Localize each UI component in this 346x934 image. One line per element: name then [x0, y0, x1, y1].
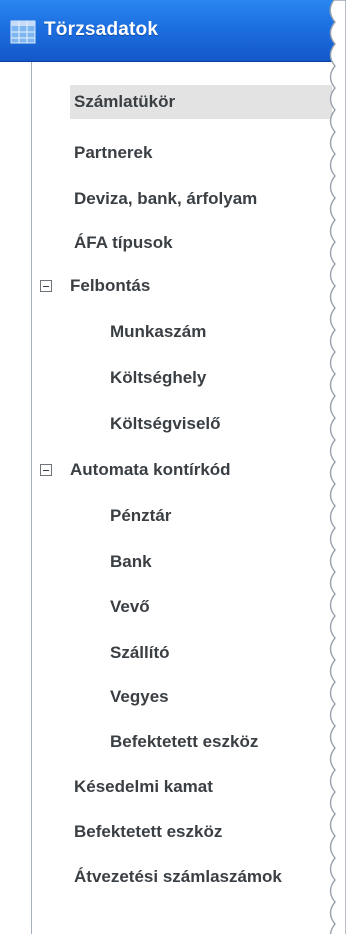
tree-item-label: Deviza, bank, árfolyam: [74, 189, 258, 208]
tree-item-szamlatukor[interactable]: Számlatükör: [70, 85, 332, 119]
tree-item-label: Vegyes: [110, 687, 169, 706]
tree-item-deviza-bank-arfolyam[interactable]: Deviza, bank, árfolyam: [70, 182, 332, 216]
tree-item-koltsegviselo[interactable]: Költségviselő: [106, 407, 332, 441]
tree-item-szallito[interactable]: Szállító: [106, 636, 332, 670]
tree-item-vevo[interactable]: Vevő: [106, 590, 332, 624]
tree-item-automata-kontirkod[interactable]: Automata kontírkód: [66, 453, 332, 487]
tree-item-partnerek[interactable]: Partnerek: [70, 136, 332, 170]
tree-item-penztar[interactable]: Pénztár: [106, 499, 332, 533]
tree-item-label: Partnerek: [74, 143, 153, 162]
tree-item-label: Költséghely: [110, 368, 207, 387]
tree-item-label: Pénztár: [110, 506, 172, 525]
tree-item-label: Átvezetési számlaszámok: [74, 867, 282, 886]
tree-item-munkaszam[interactable]: Munkaszám: [106, 315, 332, 349]
tree-item-bank[interactable]: Bank: [106, 545, 332, 579]
tree-item-kesedelmi-kamat[interactable]: Késedelmi kamat: [70, 770, 332, 804]
tree-item-label: Befektetett eszköz: [110, 732, 259, 751]
tree-item-label: Késedelmi kamat: [74, 777, 213, 796]
tree-item-afa-tipusok[interactable]: ÁFA típusok: [70, 226, 332, 260]
tree-item-koltseghely[interactable]: Költséghely: [106, 361, 332, 395]
tree-item-befektetett-eszkoz[interactable]: Befektetett eszköz: [70, 815, 332, 849]
tree-item-felbontas[interactable]: Felbontás: [66, 269, 332, 303]
collapse-icon[interactable]: [40, 280, 52, 292]
tree-item-befektetett-eszkoz-kontirkod[interactable]: Befektetett eszköz: [106, 725, 332, 759]
torn-edge: [329, 0, 346, 934]
collapse-icon[interactable]: [40, 464, 52, 476]
tree-item-label: ÁFA típusok: [74, 233, 173, 252]
tree-menu: Számlatükör Partnerek Deviza, bank, árfo…: [0, 0, 332, 934]
torzsadatok-panel: Törzsadatok Számlatükör Partnerek Deviza…: [0, 0, 346, 934]
tree-item-atvezetesi-szamlaszamok[interactable]: Átvezetési számlaszámok: [70, 860, 332, 894]
tree-item-label: Vevő: [110, 597, 150, 616]
tree-item-label: Számlatükör: [74, 92, 176, 111]
tree-item-label: Automata kontírkód: [70, 460, 231, 479]
tree-item-label: Felbontás: [70, 276, 151, 295]
tree-item-label: Költségviselő: [110, 414, 221, 433]
tree-item-label: Munkaszám: [110, 322, 207, 341]
tree-item-label: Befektetett eszköz: [74, 822, 223, 841]
tree-item-label: Szállító: [110, 643, 170, 662]
tree-item-label: Bank: [110, 552, 152, 571]
tree-item-vegyes[interactable]: Vegyes: [106, 680, 332, 714]
